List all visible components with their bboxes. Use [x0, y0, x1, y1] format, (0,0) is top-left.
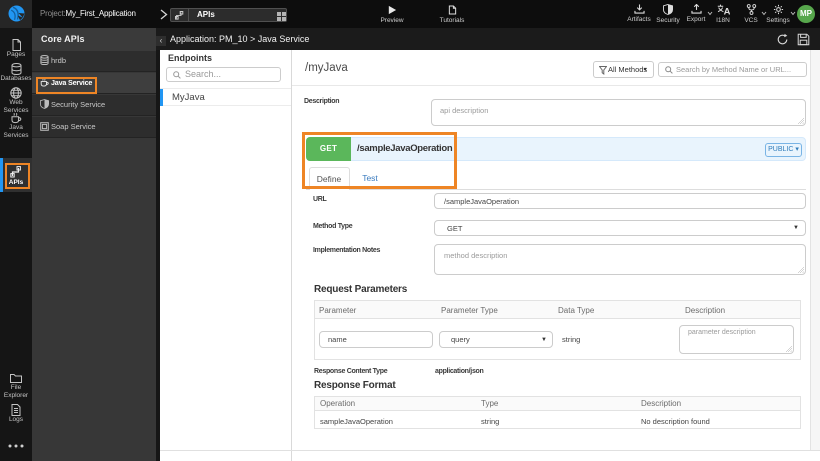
svg-text:A: A [723, 7, 729, 16]
